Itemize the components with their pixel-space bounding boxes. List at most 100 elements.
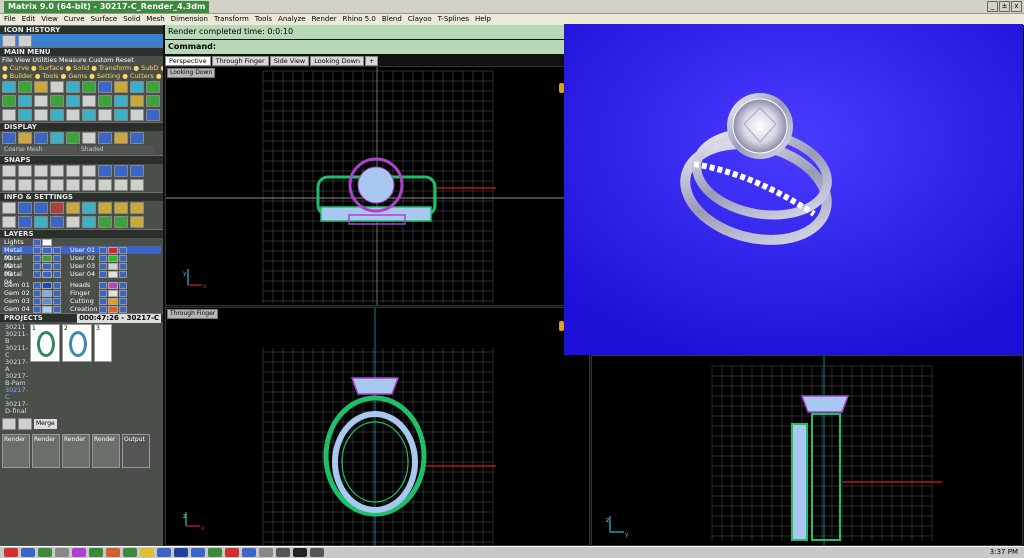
snap-icon[interactable] [114,179,128,191]
upload-icon[interactable] [18,418,32,430]
merge-button[interactable]: Merge [34,419,57,429]
layer-lock-icon[interactable] [53,254,61,262]
layer-lock-icon[interactable] [53,281,61,289]
layer-visibility-icon[interactable] [99,281,107,289]
snap-icon[interactable] [82,165,96,177]
taskbar-app-icon[interactable] [38,548,52,557]
info-icon[interactable] [18,216,32,228]
display-icon[interactable] [34,132,48,144]
layer-color-swatch[interactable] [108,297,118,305]
layer-visibility-icon[interactable] [33,246,41,254]
viewport-label-top[interactable]: Looking Down [167,68,216,78]
display-icon[interactable] [50,132,64,144]
tool-icon[interactable] [34,95,48,107]
layer-lock-icon[interactable] [53,305,61,313]
layer-lock-icon[interactable] [119,289,127,297]
taskbar-app-icon[interactable] [310,548,324,557]
info-icon[interactable] [2,202,16,214]
layer-visibility-icon[interactable] [33,305,41,313]
start-icon[interactable] [4,548,18,557]
info-icon[interactable] [114,216,128,228]
layer-name[interactable]: Metal 02 [2,254,32,270]
taskbar-app-icon[interactable] [242,548,256,557]
tool-icon[interactable] [82,95,96,107]
project-thumb-3[interactable]: 3 [94,324,113,362]
info-icon[interactable] [18,202,32,214]
lights-swatch[interactable] [42,238,52,246]
info-icon[interactable] [98,216,112,228]
snap-icon[interactable] [18,165,32,177]
layer-color-swatch[interactable] [108,289,118,297]
layer-lock-icon[interactable] [119,262,127,270]
display-icon[interactable] [130,132,144,144]
layer-color-swatch[interactable] [108,246,118,254]
layer-color-swatch[interactable] [108,281,118,289]
info-icon[interactable] [2,216,16,228]
tool-icon[interactable] [66,95,80,107]
lights-row[interactable]: Lights [2,238,161,246]
info-icon[interactable] [114,202,128,214]
taskbar-app-icon[interactable] [89,548,103,557]
menu-blend[interactable]: Blend [382,14,402,25]
menu-view[interactable]: View [41,14,58,25]
tool-icon[interactable] [114,109,128,121]
render-tab-3[interactable]: Render [62,434,90,468]
info-icon[interactable] [34,216,48,228]
layer-color-swatch[interactable] [108,254,118,262]
menu-mesh[interactable]: Mesh [146,14,164,25]
taskbar-app-icon[interactable] [191,548,205,557]
info-icon[interactable] [82,202,96,214]
tool-icon[interactable] [34,109,48,121]
project-item[interactable]: 30217-B-Pam [5,373,28,387]
menu-help[interactable]: Help [475,14,491,25]
tool-icon[interactable] [66,81,80,93]
snap-icon[interactable] [2,165,16,177]
layer-name[interactable]: Gem 02 [2,289,32,297]
snap-icon[interactable] [82,179,96,191]
info-icon[interactable] [66,202,80,214]
layer-color-swatch[interactable] [108,305,118,313]
layer-color-swatch[interactable] [42,270,52,278]
layer-color-swatch[interactable] [42,297,52,305]
menu-solid[interactable]: Solid [123,14,140,25]
display-icon[interactable] [18,132,32,144]
layer-name[interactable]: User 02 [68,254,98,262]
layer-visibility-icon[interactable] [99,289,107,297]
tool-icon[interactable] [114,81,128,93]
tool-icon[interactable] [146,109,160,121]
layer-name[interactable]: Creation [68,305,98,313]
minimize-button[interactable]: _ [987,1,998,12]
layer-name[interactable]: Gem 03 [2,297,32,305]
layer-lock-icon[interactable] [119,305,127,313]
layer-visibility-icon[interactable] [99,305,107,313]
tab-side-view[interactable]: Side View [269,56,310,66]
tool-icon[interactable] [66,109,80,121]
history-icon[interactable] [2,34,16,47]
taskbar-app-icon[interactable] [72,548,86,557]
taskbar-app-icon[interactable] [106,548,120,557]
lights-toggle-icon[interactable] [33,238,41,246]
taskbar-app-icon[interactable] [123,548,137,557]
tool-icon[interactable] [98,81,112,93]
project-thumb-2[interactable]: 2 [62,324,93,362]
info-icon[interactable] [130,216,144,228]
layer-visibility-icon[interactable] [33,289,41,297]
tool-icon[interactable] [50,81,64,93]
tool-icon[interactable] [130,109,144,121]
taskbar-app-icon[interactable] [293,548,307,557]
tool-icon[interactable] [82,81,96,93]
snap-icon[interactable] [114,165,128,177]
layer-lock-icon[interactable] [119,254,127,262]
layer-color-swatch[interactable] [42,262,52,270]
menu-tools[interactable]: Tools [255,14,272,25]
layer-lock-icon[interactable] [53,262,61,270]
info-icon[interactable] [98,202,112,214]
tab-looking-down[interactable]: Looking Down [310,56,365,66]
menu-rhino-5-0[interactable]: Rhino 5.0 [343,14,376,25]
menu-render[interactable]: Render [312,14,337,25]
render-tab-2[interactable]: Render [32,434,60,468]
tool-icon[interactable] [114,95,128,107]
snap-icon[interactable] [2,179,16,191]
tool-icon[interactable] [82,109,96,121]
layer-visibility-icon[interactable] [33,262,41,270]
